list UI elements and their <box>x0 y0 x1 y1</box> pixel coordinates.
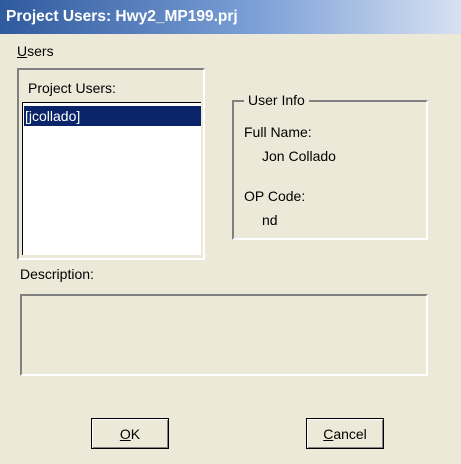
full-name-value: Jon Collado <box>262 148 336 164</box>
ok-button[interactable]: OK <box>91 418 169 449</box>
menu-users-label: sers <box>27 43 54 59</box>
cancel-label: ancel <box>333 425 367 442</box>
project-users-listbox[interactable]: [jcollado] <box>22 102 201 255</box>
ok-mnemonic: O <box>119 425 131 442</box>
cancel-button[interactable]: Cancel <box>306 418 384 449</box>
list-item[interactable]: [jcollado] <box>24 106 201 126</box>
ok-label: K <box>130 425 141 442</box>
project-users-label: Project Users: <box>28 80 116 96</box>
window-title: Project Users: Hwy2_MP199.prj <box>6 8 238 25</box>
description-label: Description: <box>20 266 94 282</box>
menu-users-mnemonic: U <box>17 43 28 59</box>
op-code-label: OP Code: <box>244 188 306 204</box>
menu-bar: Users <box>0 34 461 62</box>
description-field[interactable] <box>20 294 428 376</box>
cancel-mnemonic: C <box>323 425 334 442</box>
op-code-value: nd <box>262 212 278 228</box>
menu-users[interactable]: Users <box>17 43 54 59</box>
user-info-group: User Info Full Name: Jon Collado OP Code… <box>232 92 428 240</box>
user-info-legend: User Info <box>244 92 309 108</box>
title-bar[interactable]: Project Users: Hwy2_MP199.prj <box>0 0 461 34</box>
project-users-panel: Project Users: [jcollado] <box>17 68 205 260</box>
full-name-label: Full Name: <box>244 124 312 140</box>
